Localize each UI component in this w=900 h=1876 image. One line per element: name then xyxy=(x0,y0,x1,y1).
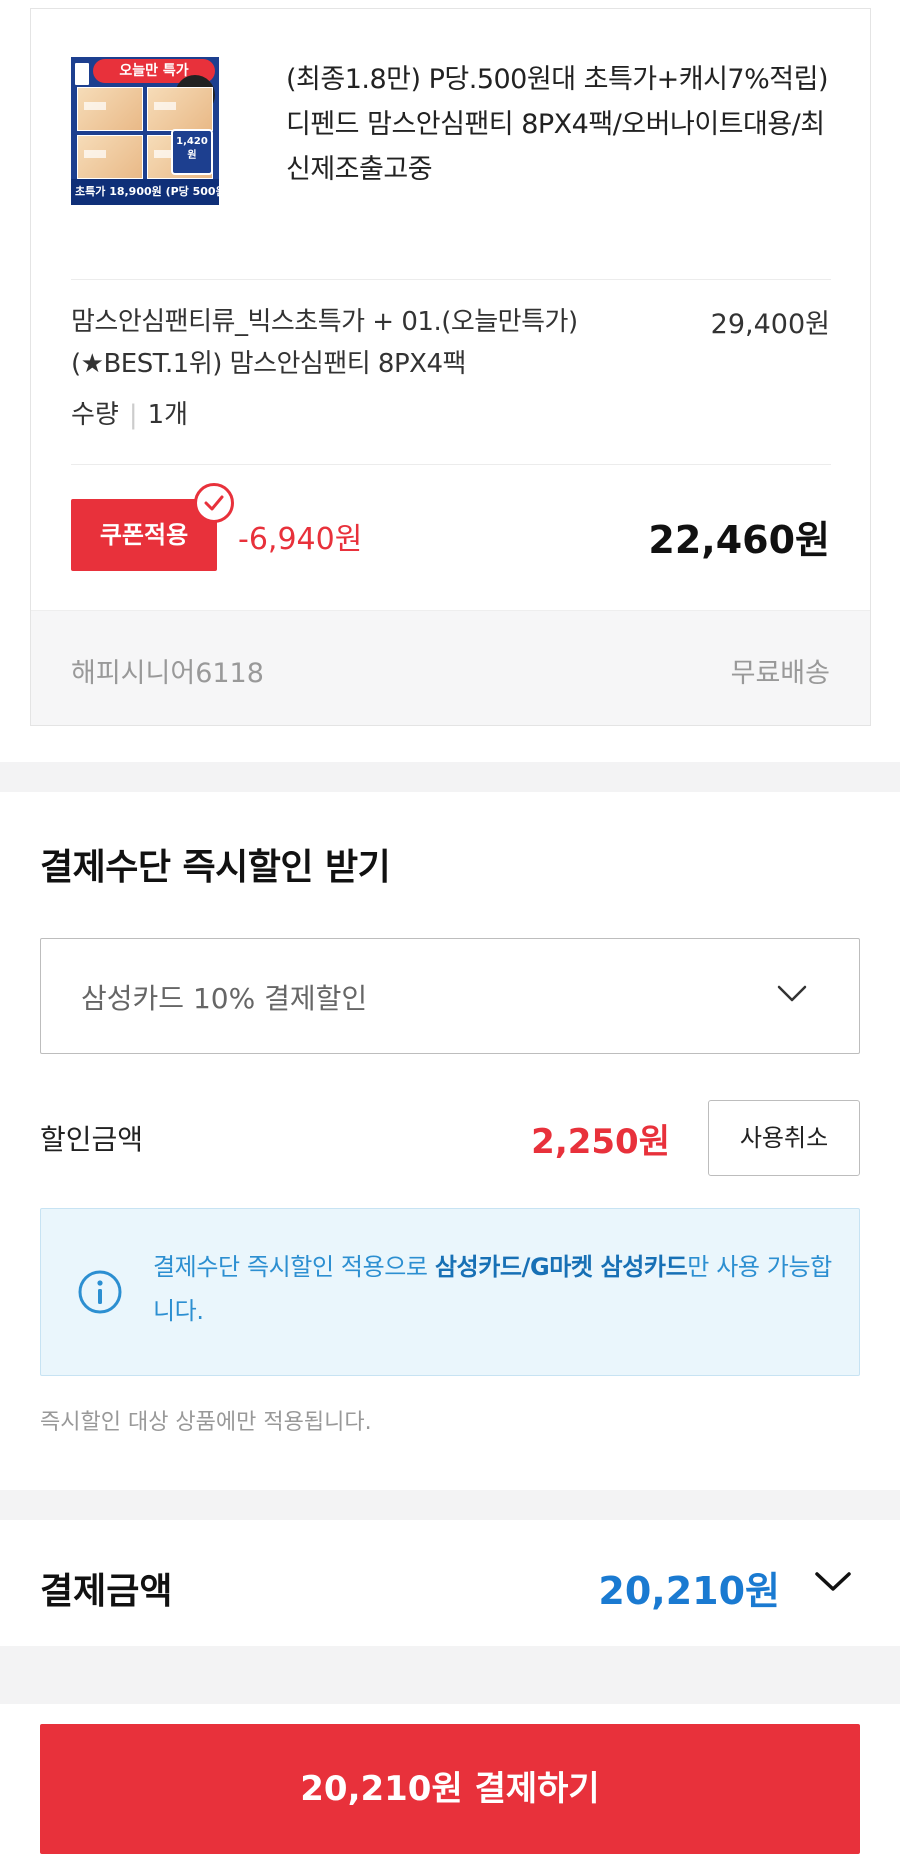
brand-logo-icon xyxy=(73,61,91,87)
discount-info-text: 결제수단 즉시할인 적용으로 삼성카드/G마켓 삼성카드만 사용 가능합니다. xyxy=(153,1245,843,1333)
shipping-info: 무료배송 xyxy=(730,658,830,689)
thumbnail-price-strip: 초특가 18,900원 (P당 500원대) xyxy=(71,179,219,205)
coupon-discount-amount: -6,940원 xyxy=(238,522,363,557)
divider xyxy=(71,464,831,465)
check-circle-icon xyxy=(194,483,234,523)
quantity-value: 1개 xyxy=(147,400,189,430)
selected-discount-option: 삼성카드 10% 결제할인 xyxy=(81,982,368,1015)
product-title[interactable]: (최종1.8만) P당.500원대 초특가+캐시7%적립) 디펜드 맘스안심팬티… xyxy=(286,57,846,192)
section-separator xyxy=(0,1646,900,1704)
chevron-down-icon[interactable] xyxy=(814,1570,852,1594)
section-separator xyxy=(0,762,900,792)
checkout-page: 오늘만 특가 7% 1,420원 초특가 18,900원 (P당 500원대) … xyxy=(0,0,900,1876)
product-row[interactable]: 오늘만 특가 7% 1,420원 초특가 18,900원 (P당 500원대) … xyxy=(71,47,831,277)
payment-discount-select[interactable]: 삼성카드 10% 결제할인 xyxy=(40,938,860,1054)
info-text-prefix: 결제수단 즉시할인 적용으로 xyxy=(153,1253,435,1281)
product-pack-image xyxy=(147,87,213,131)
product-pack-image xyxy=(77,135,143,179)
discount-amount-value: 2,250원 xyxy=(531,1122,670,1162)
seller-bar: 해피시니어6118 무료배송 xyxy=(31,610,870,725)
option-price: 29,400원 xyxy=(710,309,830,340)
instant-discount-title: 결제수단 즉시할인 받기 xyxy=(40,847,391,888)
cancel-discount-button[interactable]: 사용취소 xyxy=(708,1100,860,1176)
info-text-highlight: 삼성카드/G마켓 삼성카드 xyxy=(434,1253,688,1281)
item-final-price: 22,460원 xyxy=(648,518,830,562)
thumbnail-price-badge: 1,420원 xyxy=(171,129,213,175)
chevron-down-icon xyxy=(777,985,807,1002)
payment-total-amount[interactable]: 20,210원 xyxy=(598,1560,780,1615)
info-circle-icon xyxy=(78,1270,122,1314)
product-pack-image xyxy=(77,87,143,131)
discount-info-box: 결제수단 즉시할인 적용으로 삼성카드/G마켓 삼성카드만 사용 가능합니다. xyxy=(40,1208,860,1376)
quantity-row: 수량 | 1개 xyxy=(71,394,188,431)
order-item-card: 오늘만 특가 7% 1,420원 초특가 18,900원 (P당 500원대) … xyxy=(30,8,871,726)
discount-amount-label: 할인금액 xyxy=(40,1123,144,1156)
pay-button[interactable]: 20,210원 결제하기 xyxy=(40,1724,860,1854)
section-separator xyxy=(0,1490,900,1520)
quantity-label: 수량 xyxy=(71,400,119,430)
payment-total-label: 결제금액 xyxy=(40,1571,173,1612)
option-text: 맘스안심팬티류_빅스초특가 + 01.(오늘만특가)(★BEST.1위) 맘스안… xyxy=(71,307,578,379)
product-thumbnail[interactable]: 오늘만 특가 7% 1,420원 초특가 18,900원 (P당 500원대) xyxy=(71,57,219,205)
seller-name[interactable]: 해피시니어6118 xyxy=(71,651,264,690)
separator: | xyxy=(128,400,138,430)
discount-note: 즉시할인 대상 상품에만 적용됩니다. xyxy=(40,1410,372,1435)
divider xyxy=(71,279,831,280)
